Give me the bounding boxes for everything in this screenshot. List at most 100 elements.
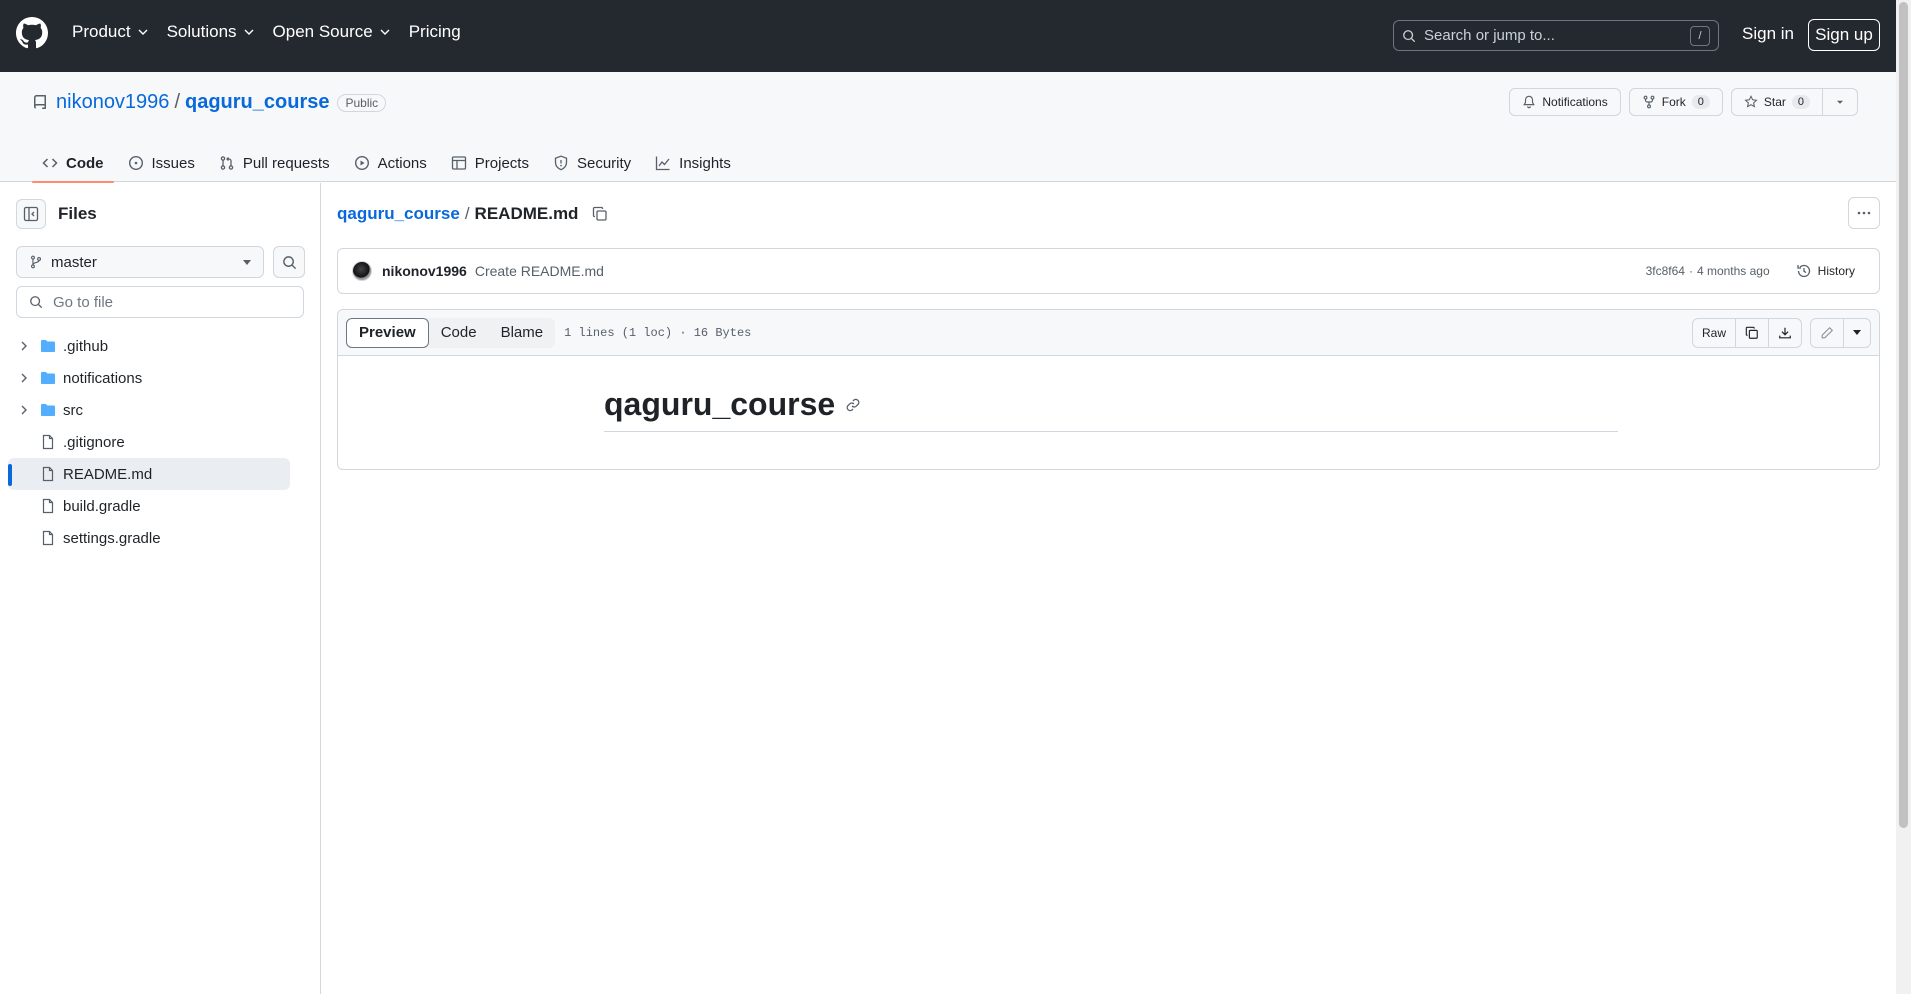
edit-file-button[interactable] — [1811, 318, 1844, 347]
preview-tab[interactable]: Preview — [346, 317, 429, 348]
branch-name: master — [51, 253, 97, 271]
notifications-label: Notifications — [1542, 95, 1608, 109]
tree-item-label: src — [63, 401, 83, 419]
file-icon — [42, 466, 54, 482]
history-button[interactable]: History — [1786, 259, 1865, 283]
global-search-input[interactable]: Search or jump to... / — [1393, 20, 1719, 51]
graph-icon — [656, 156, 670, 171]
raw-button[interactable]: Raw — [1693, 318, 1736, 347]
nav-pricing[interactable]: Pricing — [409, 22, 461, 42]
chevron-down-icon — [244, 29, 254, 35]
sidebar-collapse-icon — [23, 206, 39, 222]
copy-raw-button[interactable] — [1736, 318, 1769, 347]
breadcrumb-file: README.md — [474, 204, 579, 223]
go-to-file-placeholder: Go to file — [53, 293, 114, 311]
tree-item-file-selected[interactable]: README.md — [8, 458, 290, 490]
tab-pull-requests[interactable]: Pull requests — [209, 144, 340, 182]
file-info: 1 lines (1 loc) · 16 Bytes — [564, 325, 752, 340]
bell-icon — [1523, 95, 1536, 109]
tab-code-label: Code — [66, 154, 104, 172]
nav-product[interactable]: Product — [72, 22, 149, 42]
commit-meta-dot: · — [1688, 264, 1693, 278]
chevron-right-icon[interactable] — [18, 404, 30, 416]
code-icon — [42, 158, 58, 168]
code-view-tab[interactable]: Code — [429, 318, 489, 348]
github-logo-icon[interactable] — [16, 17, 48, 49]
readme-heading-text: qaguru_course — [604, 386, 836, 422]
search-shortcut-badge: / — [1690, 25, 1710, 46]
scrollbar-thumb[interactable] — [1899, 2, 1908, 828]
nav-solutions[interactable]: Solutions — [167, 22, 255, 42]
fork-icon — [1643, 95, 1655, 109]
fork-button[interactable]: Fork 0 — [1628, 88, 1723, 116]
tree-item-folder[interactable]: notifications — [8, 362, 290, 394]
tab-projects-label: Projects — [474, 154, 529, 172]
nav-open-source-label: Open Source — [272, 22, 373, 41]
fork-count: 0 — [1691, 95, 1710, 109]
tab-projects[interactable]: Projects — [441, 144, 539, 182]
go-to-file-input[interactable]: Go to file — [16, 286, 304, 318]
tab-pull-requests-label: Pull requests — [242, 154, 330, 172]
breadcrumb: qaguru_course / README.md — [337, 204, 608, 224]
commit-meta: 3fc8f64 · 4 months ago — [1646, 264, 1770, 278]
triangle-down-icon — [243, 259, 251, 265]
breadcrumb-repo-link[interactable]: qaguru_course — [337, 204, 460, 224]
tree-item-folder[interactable]: src — [8, 394, 290, 426]
more-options-button[interactable] — [1848, 197, 1880, 229]
tree-item-label: README.md — [63, 465, 153, 483]
repo-owner-link[interactable]: nikonov1996 — [56, 91, 169, 114]
commit-sha-link[interactable]: 3fc8f64 — [1646, 264, 1685, 278]
tab-code[interactable]: Code — [32, 144, 114, 183]
fork-label: Fork — [1661, 95, 1686, 109]
chevron-right-icon[interactable] — [18, 372, 30, 384]
tree-item-file[interactable]: build.gradle — [8, 490, 290, 522]
star-lists-dropdown[interactable] — [1823, 88, 1858, 116]
star-group: Star 0 — [1730, 88, 1858, 116]
edit-options-dropdown[interactable] — [1844, 319, 1870, 347]
sign-in-link[interactable]: Sign in — [1742, 24, 1794, 44]
files-title: Files — [58, 204, 97, 223]
commit-message-link[interactable]: Create README.md — [475, 263, 604, 279]
commit-author-link[interactable]: nikonov1996 — [382, 263, 467, 279]
page-scrollbar[interactable] — [1896, 0, 1911, 994]
repo-name-link[interactable]: qaguru_course — [185, 91, 329, 114]
tab-security[interactable]: Security — [543, 144, 641, 182]
triangle-down-icon — [1853, 330, 1861, 335]
star-label: Star — [1763, 95, 1786, 109]
tree-item-label: build.gradle — [63, 497, 141, 515]
git-branch-icon — [30, 255, 42, 269]
file-tree-sidebar: Files master Go to file .github notifica… — [0, 183, 321, 994]
avatar[interactable] — [352, 261, 372, 281]
tab-issues-label: Issues — [151, 154, 195, 172]
copy-icon — [1745, 326, 1758, 339]
copy-icon[interactable] — [592, 206, 608, 222]
nav-open-source[interactable]: Open Source — [273, 22, 391, 42]
tab-insights-label: Insights — [679, 154, 731, 172]
tab-issues[interactable]: Issues — [118, 144, 205, 182]
global-nav: Product Solutions Open Source Pricing — [72, 22, 479, 42]
tree-item-file[interactable]: settings.gradle — [8, 522, 290, 554]
tree-item-folder[interactable]: .github — [8, 330, 290, 362]
file-icon — [42, 498, 54, 514]
repo-icon — [34, 94, 46, 109]
files-header: Files — [16, 199, 97, 229]
collapse-sidebar-button[interactable] — [16, 199, 46, 229]
star-count: 0 — [1791, 95, 1810, 109]
tree-item-file[interactable]: .gitignore — [8, 426, 290, 458]
tab-insights[interactable]: Insights — [645, 144, 741, 182]
folder-icon — [41, 404, 55, 416]
blame-tab[interactable]: Blame — [489, 318, 556, 348]
chevron-right-icon[interactable] — [18, 340, 30, 352]
tab-actions[interactable]: Actions — [344, 144, 437, 182]
star-button[interactable]: Star 0 — [1730, 88, 1823, 116]
download-raw-button[interactable] — [1769, 319, 1801, 347]
raw-copy-download-group: Raw — [1691, 317, 1802, 348]
link-icon[interactable] — [845, 397, 861, 413]
notifications-button[interactable]: Notifications — [1509, 88, 1621, 116]
sign-up-button[interactable]: Sign up — [1808, 19, 1880, 51]
commit-age: 4 months ago — [1696, 264, 1770, 278]
folder-icon — [41, 340, 55, 352]
branch-selector[interactable]: master — [16, 246, 264, 278]
star-icon — [1744, 95, 1758, 108]
search-files-button[interactable] — [273, 246, 305, 278]
